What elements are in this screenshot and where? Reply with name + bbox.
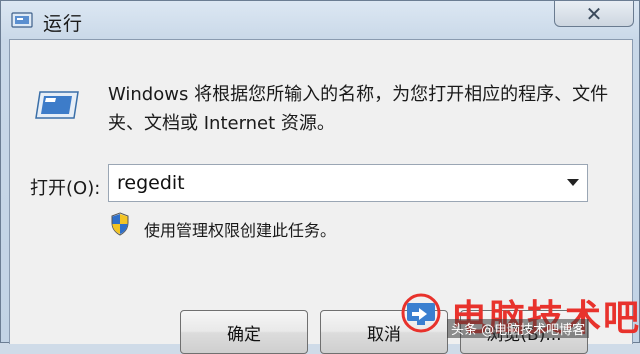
- watermark: 电脑技术吧 头条 @电脑技术吧博客: [399, 291, 640, 344]
- ok-button-label: 确定: [227, 324, 261, 345]
- ok-button[interactable]: 确定: [180, 310, 308, 354]
- close-button[interactable]: ✕: [554, 1, 634, 27]
- description-text: Windows 将根据您所输入的名称，为您打开相应的程序、文件夹、文档或 Int…: [108, 84, 609, 134]
- open-input[interactable]: [117, 165, 537, 201]
- open-label: 打开(O):: [30, 178, 101, 199]
- run-dialog: 运行 ✕ Windows 将根据您所输入的名称，为您打开相应的程序、文件夹、文档…: [0, 0, 640, 354]
- monitor-logo-icon: [401, 293, 441, 333]
- open-combobox[interactable]: [108, 164, 588, 202]
- uac-shield-icon: [111, 212, 129, 236]
- watermark-subtitle: 头条 @电脑技术吧博客: [447, 319, 590, 338]
- cancel-button-label: 取消: [367, 324, 401, 345]
- close-icon: ✕: [585, 1, 603, 26]
- chevron-down-icon[interactable]: [567, 179, 579, 186]
- run-program-icon: [35, 91, 79, 119]
- run-icon: [11, 12, 33, 28]
- window-title: 运行: [43, 13, 84, 35]
- admin-note: 使用管理权限创建此任务。: [144, 221, 337, 240]
- title-bar[interactable]: 运行 ✕: [1, 1, 640, 41]
